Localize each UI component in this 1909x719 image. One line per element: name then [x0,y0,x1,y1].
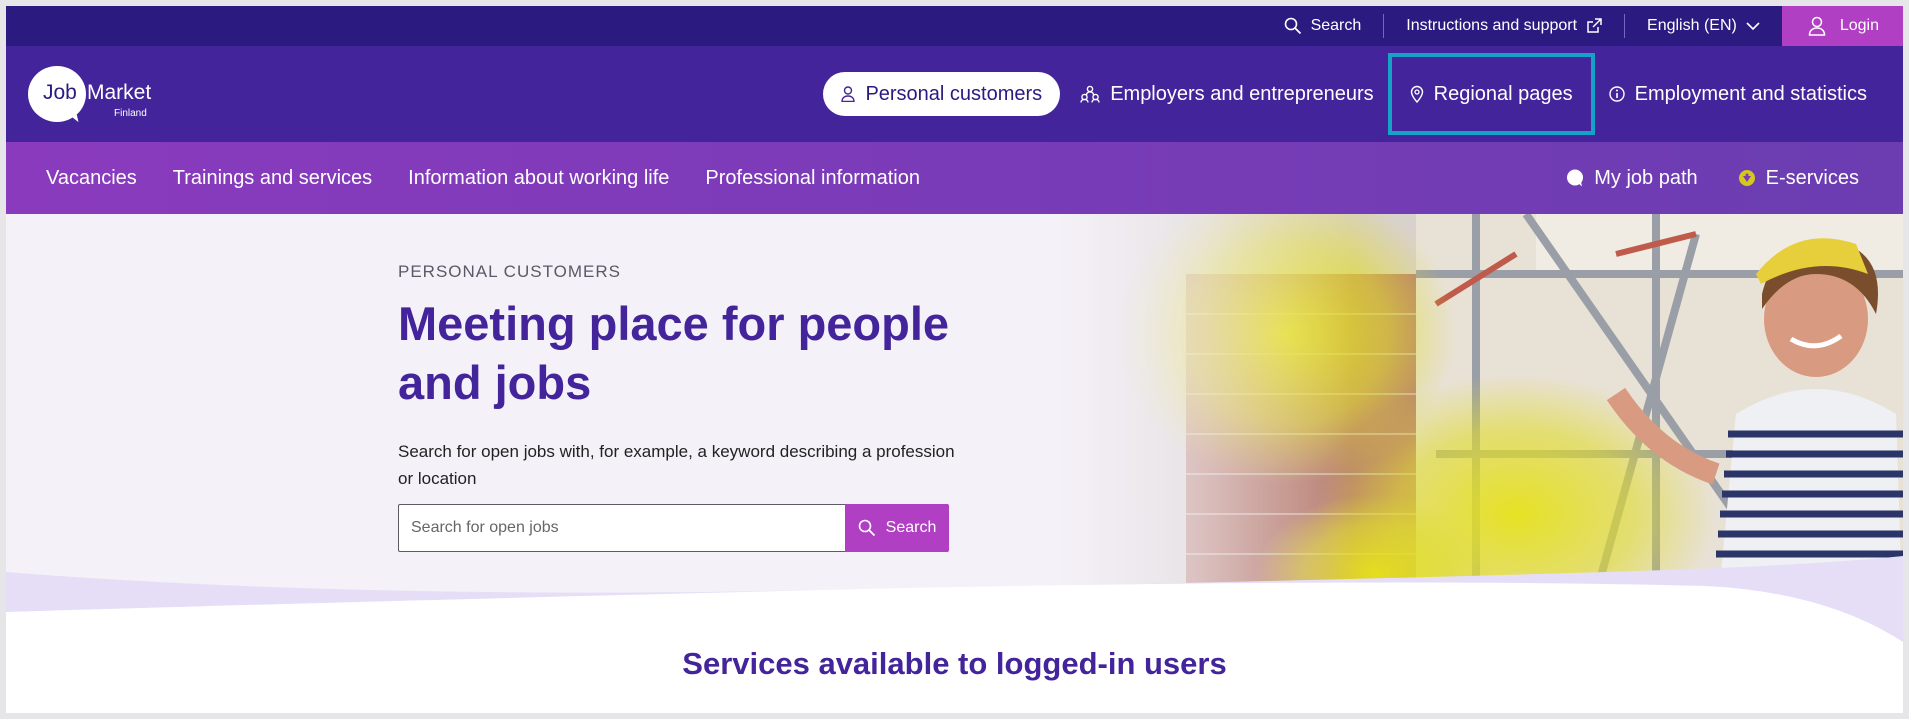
nav-employers-entrepreneurs[interactable]: Employers and entrepreneurs [1062,72,1391,116]
external-link-icon [1586,18,1602,34]
nav-professional-info[interactable]: Professional information [705,167,920,190]
login-button[interactable]: Login [1781,6,1903,46]
language-selector[interactable]: English (EN) [1625,6,1782,46]
eservices-icon [1738,169,1756,187]
utility-search-label: Search [1310,17,1362,34]
person-icon [841,86,856,102]
hero-content: PERSONAL CUSTOMERS Meeting place for peo… [398,262,958,552]
secondary-nav-right: My job path E-services [1566,142,1859,214]
logo-job-text: Job [43,81,77,104]
hero-eyebrow: PERSONAL CUSTOMERS [398,262,621,281]
hero-description: Search for open jobs with, for example, … [398,442,955,488]
login-label: Login [1839,17,1879,34]
job-search-button[interactable]: Search [845,504,949,552]
location-pin-icon [1410,85,1424,103]
eservices-label: E-services [1765,166,1859,189]
nav-personal-customers-label: Personal customers [865,82,1043,105]
user-icon [1808,16,1826,36]
logo-finland-text: Finland [114,108,147,119]
nav-working-life-info[interactable]: Information about working life [408,167,669,190]
main-header: Job Market Finland Personal customers Em… [6,46,1903,142]
job-search-button-label: Search [885,519,937,536]
secondary-nav: Vacancies Trainings and services Informa… [6,142,1903,214]
page-frame: Search Instructions and support English … [6,6,1903,713]
my-job-path-link[interactable]: My job path [1566,166,1698,190]
logo-market-text: Market [87,81,152,104]
services-section-title: Services available to logged-in users [682,646,1227,681]
nav-employers-label: Employers and entrepreneurs [1110,82,1374,105]
audience-nav: Personal customers Employers and entrepr… [823,46,1885,142]
my-job-path-label: My job path [1594,166,1698,189]
nav-vacancies[interactable]: Vacancies [46,167,137,190]
nav-trainings-services[interactable]: Trainings and services [173,167,372,190]
job-search-form: Search [398,504,949,552]
support-label: Instructions and support [1406,17,1578,34]
utility-bar: Search Instructions and support English … [6,6,1903,46]
search-icon [858,519,876,537]
secondary-nav-left: Vacancies Trainings and services Informa… [46,142,920,214]
people-group-icon [1080,85,1100,103]
search-icon [1284,17,1302,35]
eservices-link[interactable]: E-services [1738,167,1859,190]
info-icon [1608,86,1625,102]
job-search-input[interactable] [398,504,845,552]
hero-title: Meeting place for people and jobs [398,297,950,409]
nav-personal-customers[interactable]: Personal customers [823,72,1061,116]
nav-regional-pages-label: Regional pages [1433,82,1573,105]
chevron-down-icon [1746,21,1760,31]
instructions-support-link[interactable]: Instructions and support [1384,6,1624,46]
nav-regional-pages[interactable]: Regional pages [1387,53,1595,135]
nav-employment-statistics[interactable]: Employment and statistics [1591,72,1885,116]
nav-employment-statistics-label: Employment and statistics [1634,82,1867,105]
language-label: English (EN) [1647,17,1737,34]
utility-search-link[interactable]: Search [1262,6,1384,46]
jobmarket-finland-logo[interactable]: Job Market Finland [28,64,168,126]
decorative-wave [6,556,1903,646]
speech-bubble-icon [1566,169,1584,187]
